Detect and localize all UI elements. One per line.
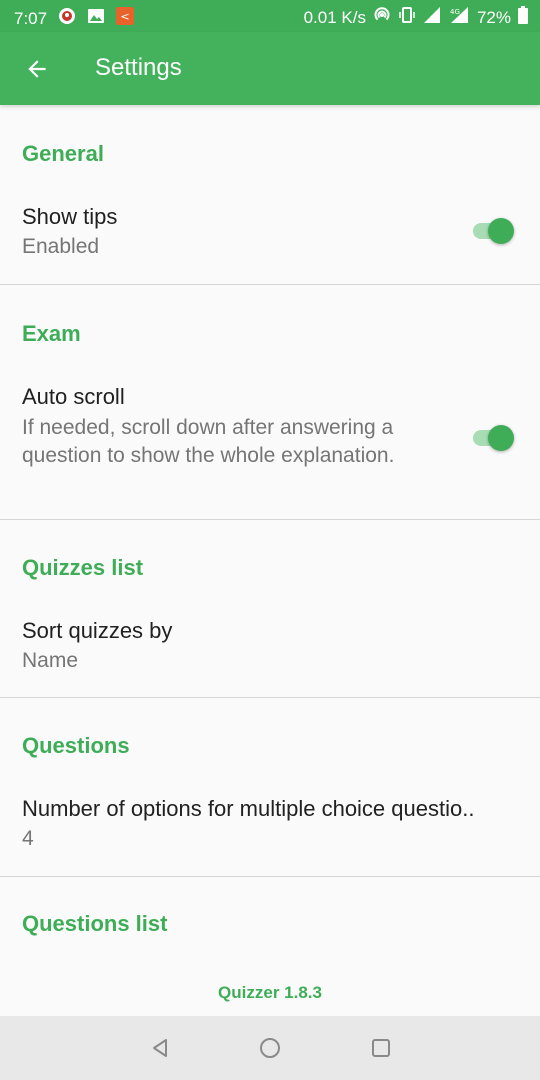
pref-summary: 4 bbox=[22, 827, 34, 850]
status-time: 7:07 bbox=[14, 8, 48, 28]
svg-text:<: < bbox=[120, 10, 129, 23]
divider bbox=[0, 519, 540, 520]
pref-title: Sort quizzes by bbox=[22, 618, 173, 643]
vibrate-icon bbox=[398, 6, 416, 29]
pref-summary: If needed, scroll down after answering a… bbox=[22, 416, 395, 467]
status-bar: 7:07 < 0.01 K/s 4G 72% bbox=[0, 0, 540, 32]
section-header-exam: Exam bbox=[22, 321, 81, 346]
nav-recents-button[interactable] bbox=[367, 1034, 395, 1062]
section-header-questions: Questions bbox=[22, 733, 130, 758]
back-button[interactable] bbox=[20, 52, 54, 86]
arrow-left-icon bbox=[28, 60, 46, 78]
divider bbox=[0, 876, 540, 877]
image-notification-icon bbox=[87, 7, 105, 30]
auto-scroll-switch[interactable] bbox=[473, 424, 517, 452]
hotspot-icon bbox=[373, 6, 391, 29]
network-speed: 0.01 K/s bbox=[303, 7, 366, 27]
show-tips-switch[interactable] bbox=[473, 217, 517, 245]
pref-title: Auto scroll bbox=[22, 384, 125, 409]
navigation-bar bbox=[0, 1016, 540, 1080]
pref-summary: Enabled bbox=[22, 235, 100, 258]
signal-4g-icon: 4G bbox=[448, 6, 470, 29]
app-notification-icon bbox=[57, 6, 77, 31]
nav-home-button[interactable] bbox=[256, 1034, 284, 1062]
section-header-general: General bbox=[22, 141, 104, 166]
pref-title: Show tips bbox=[22, 204, 118, 229]
pref-title: Number of options for multiple choice qu… bbox=[22, 796, 475, 821]
signal-icon bbox=[423, 6, 441, 29]
divider bbox=[0, 697, 540, 698]
circle-home-icon bbox=[260, 1038, 280, 1058]
app-version: Quizzer 1.8.3 bbox=[218, 983, 322, 1002]
divider bbox=[0, 284, 540, 285]
triangle-back-icon bbox=[153, 1039, 167, 1057]
battery-icon bbox=[518, 6, 528, 29]
battery-percent: 72% bbox=[476, 7, 511, 27]
switch-thumb bbox=[488, 218, 514, 244]
section-header-questions-list: Questions list bbox=[22, 911, 168, 936]
app-bar: Settings bbox=[0, 32, 540, 105]
svg-text:4G: 4G bbox=[450, 8, 460, 16]
section-header-quizzes-list: Quizzes list bbox=[22, 555, 144, 580]
page-title: Settings bbox=[95, 54, 182, 81]
orange-app-notification-icon: < bbox=[115, 6, 135, 31]
pref-summary: Name bbox=[22, 649, 79, 672]
nav-back-button[interactable] bbox=[146, 1034, 174, 1062]
square-recents-icon bbox=[372, 1039, 390, 1057]
switch-thumb bbox=[488, 425, 514, 451]
